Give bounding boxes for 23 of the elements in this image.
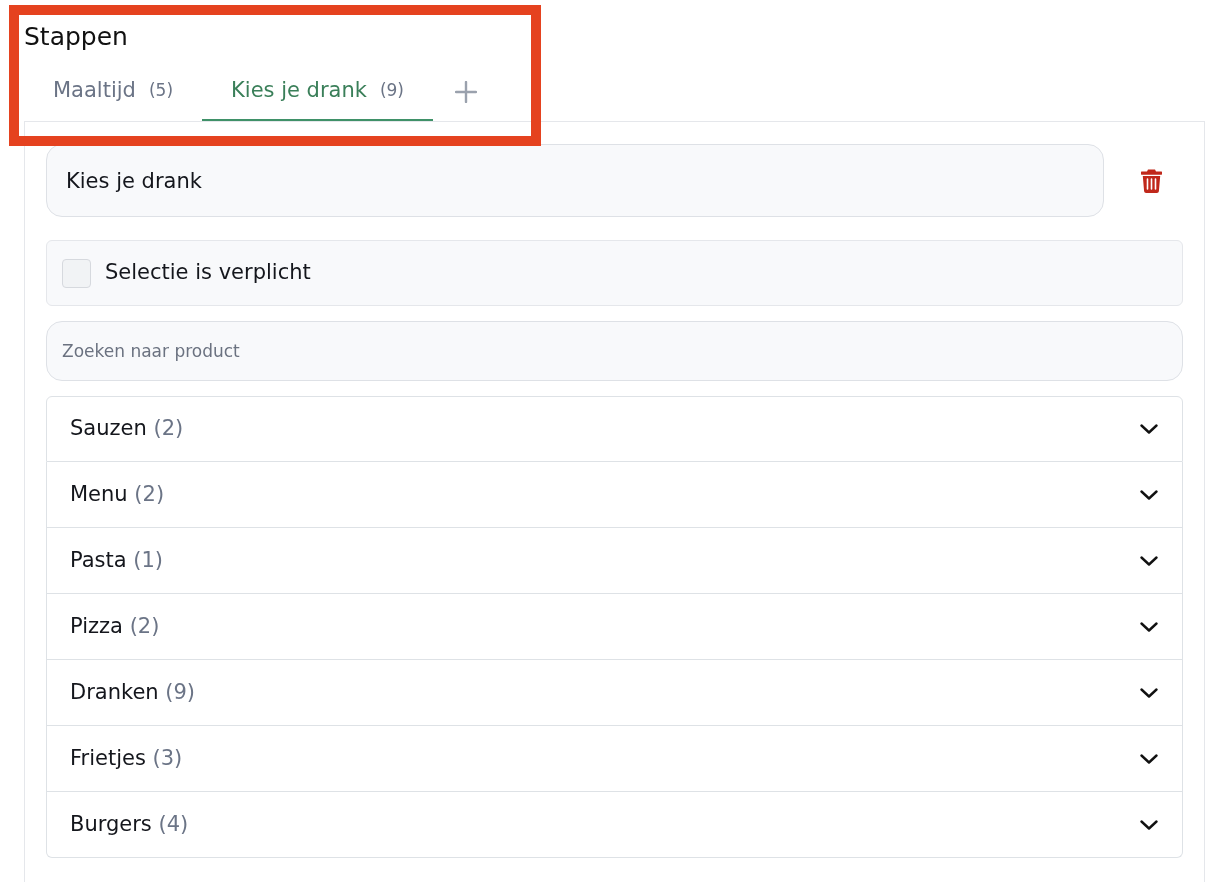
plus-icon [455,81,477,103]
category-item[interactable]: Pizza (2) [46,594,1183,660]
chevron-down-icon [1140,555,1158,566]
checkbox[interactable] [62,258,91,288]
section-title: Stappen [24,21,128,53]
tab[interactable]: Kies je drank (9) [202,53,433,122]
checkbox-label: Selectie is verplicht [105,260,311,286]
chevron-down-icon [1140,424,1158,434]
category-item[interactable]: Frietjes (3) [46,726,1183,792]
chevron-down-icon [1140,621,1158,632]
chevron-down-icon [1140,687,1158,698]
tab[interactable]: Maaltijd (5) [24,53,203,122]
category-item[interactable]: Menu (2) [46,462,1183,528]
chevron-down-icon [1140,489,1158,500]
chevron-down-icon [1140,753,1158,764]
category-item[interactable]: Pasta (1) [46,528,1183,594]
category-item[interactable]: Sauzen (2) [46,396,1183,462]
category-item[interactable]: Burgers (4) [46,792,1183,858]
step-name-field[interactable]: Kies je drank [46,144,1104,217]
category-item[interactable]: Dranken (9) [46,660,1183,726]
trash-icon [1141,168,1162,193]
search-field[interactable]: Zoeken naar product [46,321,1183,381]
chevron-down-icon [1140,819,1158,830]
